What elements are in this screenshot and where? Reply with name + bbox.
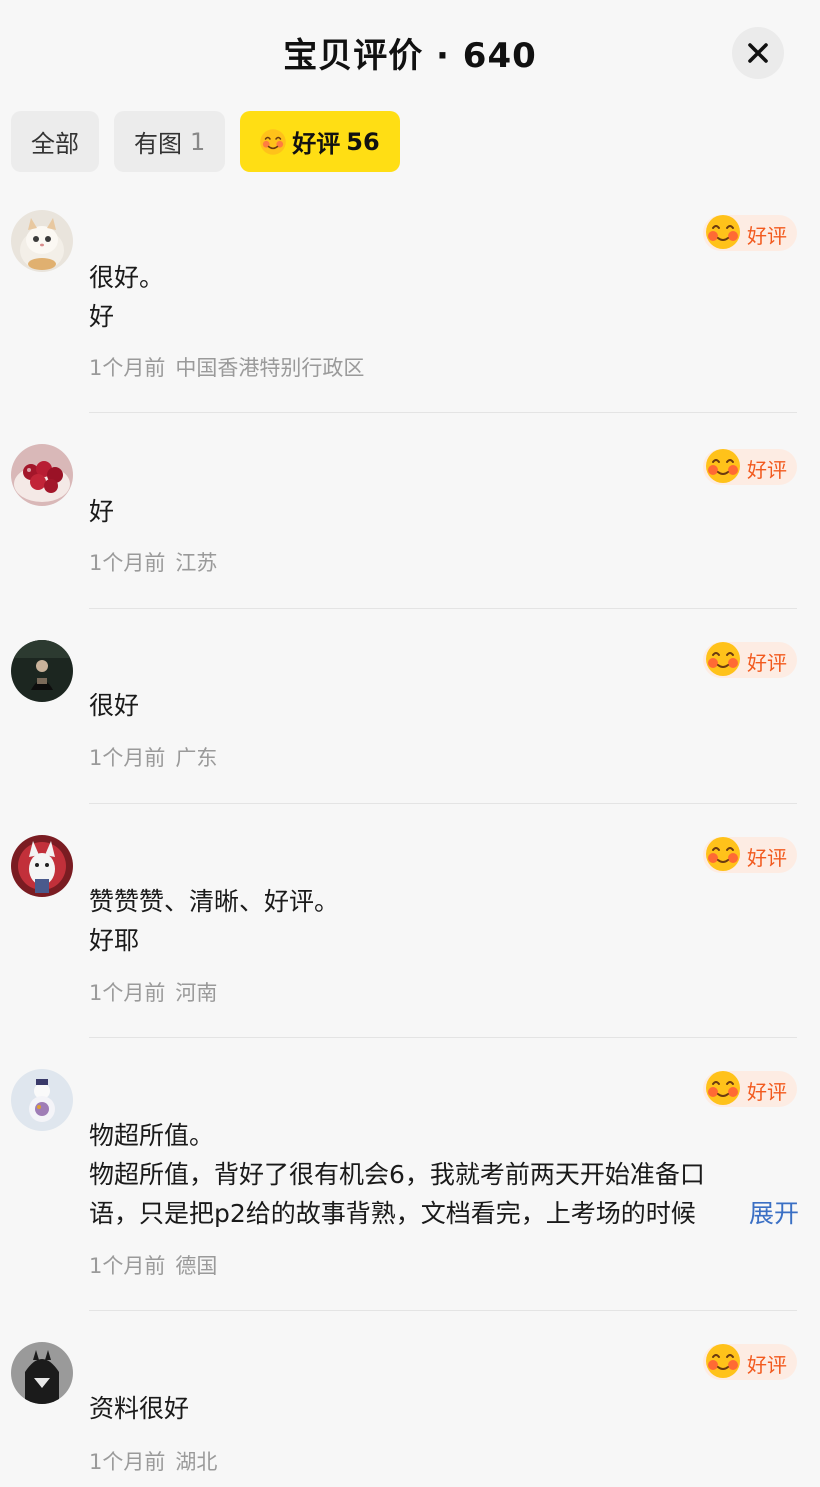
badge-label: 好评 (747, 651, 787, 675)
avatar[interactable] (11, 210, 73, 272)
review-location: 河南 (175, 981, 218, 1005)
tab-label: 全部 (31, 130, 79, 158)
review-line-truncated: 语，只是把p2给的故事背熟，文档看完，上考场的时候 展开 (89, 1194, 799, 1233)
page-title: 宝贝评价 · 640 (283, 36, 537, 76)
review-location: 广东 (175, 746, 218, 770)
review-time: 1个月前 (89, 551, 166, 575)
review-line: 很好。 (89, 263, 165, 292)
badge-label: 好评 (747, 1080, 787, 1104)
review-text: 物超所值。 物超所值，背好了很有机会6，我就考前两天开始准备口 语，只是把p2给… (89, 1116, 799, 1233)
review-line: 资料很好 (89, 1394, 190, 1423)
positive-badge: 好评 (703, 1344, 797, 1380)
expand-link[interactable]: 展开 (732, 1194, 799, 1233)
review-time: 1个月前 (89, 1254, 166, 1278)
review-line: 物超所值。 (89, 1121, 215, 1150)
positive-badge: 好评 (703, 449, 797, 485)
review-time: 1个月前 (89, 356, 166, 380)
avatar[interactable] (11, 444, 73, 506)
smiling-face-icon (706, 215, 740, 249)
tab-count: 1 (190, 127, 206, 156)
review-time: 1个月前 (89, 981, 166, 1005)
review-text: 赞赞赞、清晰、好评。 好耶 (89, 882, 799, 960)
review-location: 湖北 (175, 1450, 218, 1474)
review-line: 好耶 (89, 926, 140, 955)
tab-positive[interactable]: 好评 56 (240, 111, 400, 172)
smiling-face-icon (706, 1344, 740, 1378)
review-line: 很好 (89, 691, 140, 720)
badge-label: 好评 (747, 224, 787, 248)
badge-label: 好评 (747, 1353, 787, 1377)
masked-figure-avatar-icon (11, 1342, 73, 1404)
divider (89, 1037, 797, 1038)
filter-tabs: 全部 有图 1 好评 56 (11, 111, 400, 172)
review-text: 很好 (89, 686, 799, 725)
review-meta: 1个月前 江苏 (89, 547, 217, 577)
tab-all[interactable]: 全部 (11, 111, 99, 172)
divider (89, 608, 797, 609)
cat-avatar-icon (11, 210, 73, 272)
review-location: 江苏 (175, 551, 218, 575)
review-meta: 1个月前 中国香港特别行政区 (89, 352, 364, 382)
review-text: 资料很好 (89, 1389, 799, 1428)
review-text: 很好。 好 (89, 258, 799, 336)
review-time: 1个月前 (89, 746, 166, 770)
avatar[interactable] (11, 640, 73, 702)
smiling-face-icon (706, 1071, 740, 1105)
header: 宝贝评价 · 640 (0, 0, 820, 100)
smiling-face-icon (706, 837, 740, 871)
snowman-avatar-icon (11, 1069, 73, 1131)
review-meta: 1个月前 德国 (89, 1250, 217, 1280)
review-line: 语，只是把p2给的故事背熟，文档看完，上考场的时候 (89, 1199, 696, 1228)
cherries-avatar-icon (11, 444, 73, 506)
tab-count: 56 (346, 127, 380, 156)
review-line: 赞赞赞、清晰、好评。 (89, 887, 340, 916)
close-button[interactable] (732, 27, 784, 79)
review-location: 中国香港特别行政区 (175, 356, 365, 380)
review-text: 好 (89, 492, 799, 531)
review-meta: 1个月前 湖北 (89, 1446, 217, 1476)
badge-label: 好评 (747, 846, 787, 870)
smiling-face-icon (706, 642, 740, 676)
review-time: 1个月前 (89, 1450, 166, 1474)
dark-portrait-avatar-icon (11, 640, 73, 702)
review-meta: 1个月前 河南 (89, 977, 217, 1007)
badge-label: 好评 (747, 458, 787, 482)
positive-badge: 好评 (703, 837, 797, 873)
close-icon (748, 43, 768, 63)
tab-label: 有图 (134, 130, 182, 158)
review-line: 好 (89, 302, 115, 331)
avatar[interactable] (11, 1342, 73, 1404)
divider (89, 412, 797, 413)
review-line: 好 (89, 497, 115, 526)
divider (89, 803, 797, 804)
avatar[interactable] (11, 1069, 73, 1131)
positive-badge: 好评 (703, 215, 797, 251)
tab-with-images[interactable]: 有图 1 (114, 111, 226, 172)
review-line: 物超所值，背好了很有机会6，我就考前两天开始准备口 (89, 1160, 705, 1189)
smiling-face-icon (260, 128, 287, 155)
wolf-avatar-icon (11, 835, 73, 897)
positive-badge: 好评 (703, 1071, 797, 1107)
positive-badge: 好评 (703, 642, 797, 678)
smiling-face-icon (706, 449, 740, 483)
review-location: 德国 (175, 1254, 218, 1278)
divider (89, 1310, 797, 1311)
review-meta: 1个月前 广东 (89, 742, 217, 772)
avatar[interactable] (11, 835, 73, 897)
tab-label: 好评 (292, 130, 341, 158)
